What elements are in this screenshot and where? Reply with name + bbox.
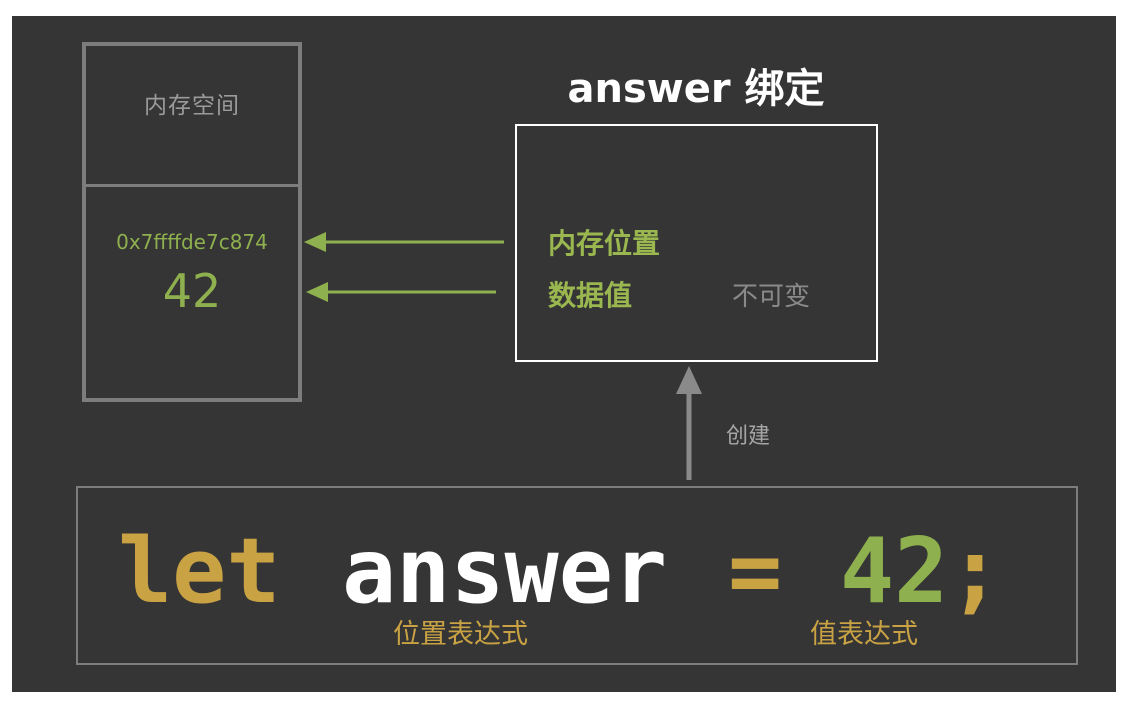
memory-value: 42	[162, 264, 222, 318]
memory-space-title: 内存空间	[144, 93, 240, 119]
location-expression-annotation: 位置表达式	[393, 619, 528, 650]
memory-divider	[82, 184, 302, 187]
code-semicolon: ;	[948, 519, 1003, 624]
binding-title: answer 绑定	[567, 66, 825, 112]
code-value: 42	[840, 519, 949, 624]
code-keyword-let: let	[118, 519, 281, 624]
code-identifier: answer	[342, 519, 668, 624]
binding-immutable-label: 不可变	[732, 282, 811, 312]
value-expression-annotation: 值表达式	[810, 619, 918, 650]
memory-address: 0x7ffffde7c874	[116, 230, 268, 254]
binding-location-label: 内存位置	[548, 227, 661, 260]
code-operator: =	[728, 519, 783, 624]
binding-data-label: 数据值	[548, 279, 633, 312]
create-label: 创建	[726, 424, 771, 449]
